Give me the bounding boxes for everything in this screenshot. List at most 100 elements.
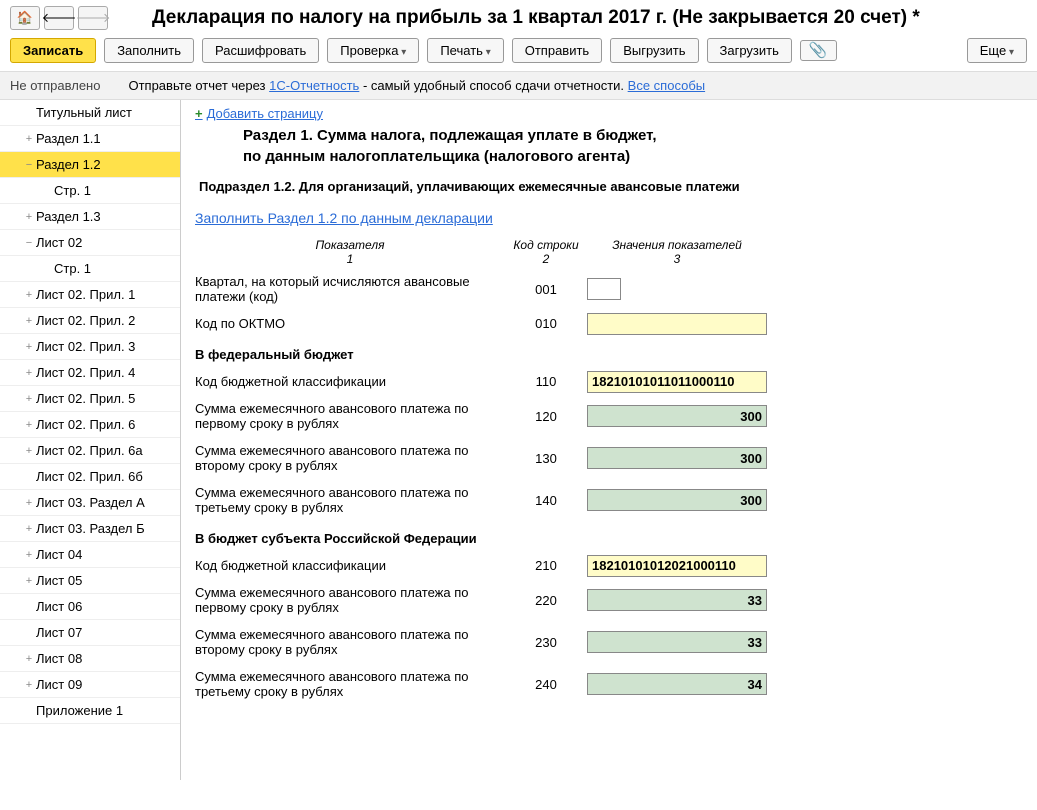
tree-item[interactable]: Лист 07: [0, 620, 180, 646]
expand-icon[interactable]: +: [22, 679, 36, 691]
subsection-title: Подраздел 1.2. Для организаций, уплачива…: [199, 179, 1023, 194]
tree-item[interactable]: Приложение 1: [0, 698, 180, 724]
tree-item[interactable]: +Лист 08: [0, 646, 180, 672]
tree-item[interactable]: +Лист 04: [0, 542, 180, 568]
send-button[interactable]: Отправить: [512, 38, 602, 63]
section-title-2: по данным налогоплательщика (налогового …: [243, 148, 1023, 165]
tree-item-label: Приложение 1: [36, 703, 123, 718]
expand-icon[interactable]: +: [22, 653, 36, 665]
expand-icon[interactable]: +: [22, 393, 36, 405]
row-label: Сумма ежемесячного авансового платежа по…: [195, 437, 505, 479]
attach-icon[interactable]: 📎: [800, 40, 837, 61]
tree-item[interactable]: +Лист 03. Раздел А: [0, 490, 180, 516]
row-code: 001: [511, 282, 581, 297]
form-content: +Добавить страницу Раздел 1. Сумма налог…: [181, 100, 1037, 780]
tree-item[interactable]: +Лист 02. Прил. 2: [0, 308, 180, 334]
toolbar: Записать Заполнить Расшифровать Проверка…: [0, 30, 1037, 71]
tree-item-label: Лист 02. Прил. 5: [36, 391, 135, 406]
tree-item[interactable]: +Лист 03. Раздел Б: [0, 516, 180, 542]
print-button[interactable]: Печать: [427, 38, 503, 63]
tree-item-label: Лист 06: [36, 599, 82, 614]
row-code: 240: [511, 677, 581, 692]
expand-icon[interactable]: +: [22, 523, 36, 535]
write-button[interactable]: Записать: [10, 38, 96, 63]
tree-item[interactable]: Стр. 1: [0, 178, 180, 204]
more-button[interactable]: Еще: [967, 38, 1027, 63]
add-page-link[interactable]: +Добавить страницу: [195, 106, 1023, 121]
import-button[interactable]: Загрузить: [707, 38, 792, 63]
value-input-001[interactable]: [587, 278, 621, 300]
expand-icon[interactable]: +: [22, 419, 36, 431]
value-input-210[interactable]: [587, 555, 767, 577]
value-input-140[interactable]: [587, 489, 767, 511]
tree-item[interactable]: Титульный лист: [0, 100, 180, 126]
status-hint: Отправьте отчет через 1С-Отчетность - са…: [128, 78, 705, 93]
tree-item[interactable]: −Лист 02: [0, 230, 180, 256]
tree-item-label: Титульный лист: [36, 105, 132, 120]
tree-item[interactable]: −Раздел 1.2: [0, 152, 180, 178]
row-label: Сумма ежемесячного авансового платежа по…: [195, 479, 505, 521]
tree-item-label: Лист 02. Прил. 2: [36, 313, 135, 328]
group-header: В бюджет субъекта Российской Федерации: [195, 521, 767, 552]
tree-item[interactable]: +Лист 02. Прил. 6а: [0, 438, 180, 464]
expand-icon[interactable]: +: [22, 289, 36, 301]
row-cell: [587, 489, 767, 511]
row-code: 220: [511, 593, 581, 608]
value-input-110[interactable]: [587, 371, 767, 393]
expand-icon[interactable]: −: [22, 237, 36, 249]
home-icon[interactable]: 🏠: [10, 6, 40, 30]
expand-icon[interactable]: +: [22, 367, 36, 379]
forward-icon: 🡒: [78, 6, 108, 30]
tree-item[interactable]: Лист 06: [0, 594, 180, 620]
expand-icon[interactable]: +: [22, 315, 36, 327]
row-cell: [587, 405, 767, 427]
row-code: 130: [511, 451, 581, 466]
expand-icon[interactable]: +: [22, 211, 36, 223]
expand-icon[interactable]: +: [22, 497, 36, 509]
tree-item-label: Раздел 1.3: [36, 209, 101, 224]
value-input-220[interactable]: [587, 589, 767, 611]
expand-icon[interactable]: +: [22, 575, 36, 587]
tree-item-label: Лист 09: [36, 677, 82, 692]
all-ways-link[interactable]: Все способы: [628, 78, 705, 93]
tree-item-label: Лист 02: [36, 235, 82, 250]
value-input-240[interactable]: [587, 673, 767, 695]
tree-item[interactable]: +Раздел 1.3: [0, 204, 180, 230]
tree-item[interactable]: +Лист 09: [0, 672, 180, 698]
row-cell: [587, 631, 767, 653]
tree-item[interactable]: +Лист 02. Прил. 6: [0, 412, 180, 438]
tree-item-label: Лист 02. Прил. 1: [36, 287, 135, 302]
row-label: Квартал, на который исчисляются авансовы…: [195, 268, 505, 310]
decode-button[interactable]: Расшифровать: [202, 38, 319, 63]
expand-icon[interactable]: +: [22, 445, 36, 457]
fill-section-link[interactable]: Заполнить Раздел 1.2 по данным деклараци…: [195, 210, 493, 226]
report-service-link[interactable]: 1С-Отчетность: [269, 78, 359, 93]
value-input-130[interactable]: [587, 447, 767, 469]
tree-item[interactable]: +Лист 02. Прил. 3: [0, 334, 180, 360]
tree-item-label: Лист 04: [36, 547, 82, 562]
expand-icon[interactable]: +: [22, 341, 36, 353]
export-button[interactable]: Выгрузить: [610, 38, 698, 63]
fill-button[interactable]: Заполнить: [104, 38, 194, 63]
value-input-120[interactable]: [587, 405, 767, 427]
row-cell: [587, 673, 767, 695]
check-button[interactable]: Проверка: [327, 38, 419, 63]
tree-item[interactable]: +Лист 02. Прил. 4: [0, 360, 180, 386]
expand-icon[interactable]: +: [22, 133, 36, 145]
tree-item[interactable]: +Лист 02. Прил. 1: [0, 282, 180, 308]
page-title: Декларация по налогу на прибыль за 1 ква…: [152, 7, 920, 29]
tree-item[interactable]: +Раздел 1.1: [0, 126, 180, 152]
tree-item[interactable]: Стр. 1: [0, 256, 180, 282]
value-input-010[interactable]: [587, 313, 767, 335]
expand-icon[interactable]: +: [22, 549, 36, 561]
expand-icon[interactable]: −: [22, 159, 36, 171]
tree-item[interactable]: +Лист 05: [0, 568, 180, 594]
value-input-230[interactable]: [587, 631, 767, 653]
tree-item-label: Раздел 1.2: [36, 157, 101, 172]
tree-item[interactable]: Лист 02. Прил. 6б: [0, 464, 180, 490]
tree-item[interactable]: +Лист 02. Прил. 5: [0, 386, 180, 412]
back-icon[interactable]: 🡐: [44, 6, 74, 30]
tree-item-label: Лист 07: [36, 625, 82, 640]
status-bar: Не отправлено Отправьте отчет через 1С-О…: [0, 71, 1037, 100]
row-code: 120: [511, 409, 581, 424]
